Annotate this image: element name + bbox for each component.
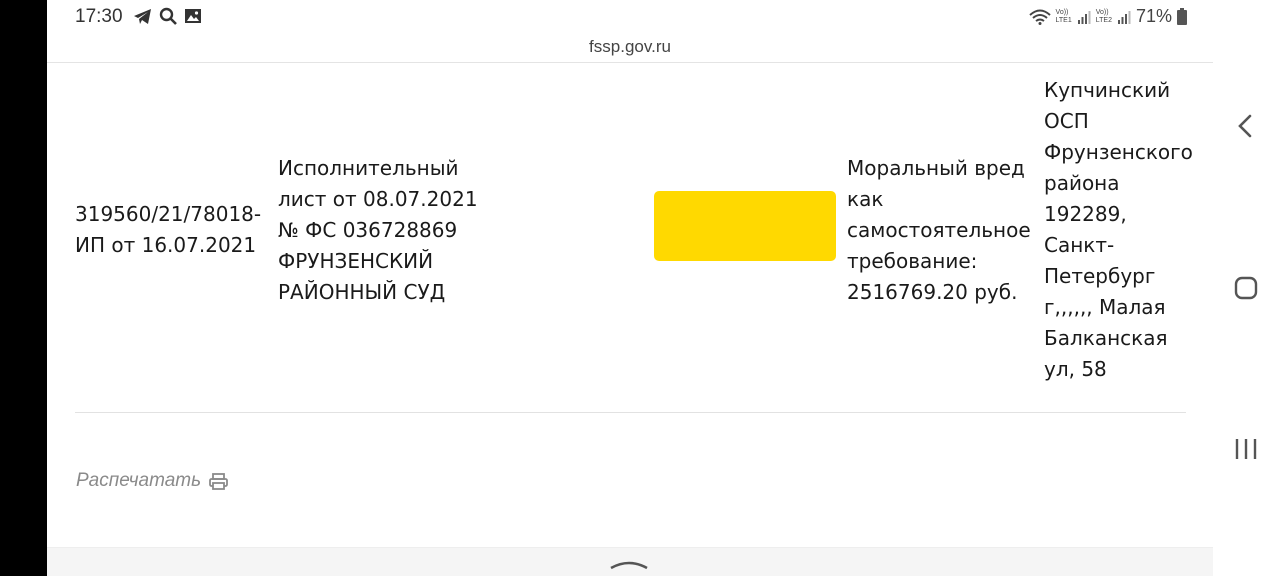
- battery-percent: 71%: [1135, 6, 1172, 26]
- home-icon[interactable]: [1234, 276, 1258, 300]
- status-icons-right: Vo)) LTE1 Vo)) LTE2 71%: [1028, 6, 1187, 27]
- lte2-label: LTE2: [1095, 16, 1112, 24]
- lte1-label: LTE1: [1055, 16, 1072, 24]
- wifi-icon: [1028, 9, 1051, 25]
- status-icons-left: [133, 7, 202, 25]
- system-nav-bar: [1213, 0, 1280, 576]
- volte2-icon: Vo)) LTE2: [1096, 9, 1112, 25]
- vo-label-1: Vo)): [1055, 8, 1069, 16]
- battery-icon: [1177, 8, 1187, 25]
- row-divider: [75, 412, 1186, 413]
- bottom-toolbar[interactable]: [47, 547, 1213, 576]
- vo-label-2: Vo)): [1095, 8, 1109, 16]
- print-link[interactable]: Распечатать: [76, 470, 229, 492]
- address-bar-url[interactable]: fssp.gov.ru: [47, 37, 1213, 57]
- status-time: 17:30: [75, 6, 123, 27]
- printer-icon: [209, 472, 229, 490]
- signal2-icon: [1117, 10, 1131, 24]
- search-icon: [159, 7, 177, 25]
- toolbar-divider: [47, 62, 1213, 63]
- telegram-icon: [134, 8, 151, 24]
- redacted-block: [654, 191, 836, 261]
- back-icon[interactable]: [1234, 113, 1258, 139]
- gallery-icon: [185, 9, 201, 23]
- bailiff-department: Купчинский ОСП Фрунзенского района 19228…: [1044, 78, 1193, 381]
- proceeding-number: 319560/21/78018- ИП от 16.07.2021: [75, 202, 262, 257]
- signal1-icon: [1077, 10, 1091, 24]
- executive-document: Исполнительный лист от 08.07.2021 № ФС 0…: [278, 156, 478, 304]
- browser-screen: 17:30 Vo)) LTE1 Vo)) LTE2 71% fssp.gov.r…: [47, 0, 1213, 576]
- print-label: Распечатать: [76, 470, 202, 491]
- claim-subject: Моральный вред как самостоятельное требо…: [847, 156, 1031, 304]
- recents-icon[interactable]: [1234, 437, 1258, 461]
- chevron-up-icon[interactable]: [609, 558, 649, 570]
- volte1-icon: Vo)) LTE1: [1056, 9, 1072, 25]
